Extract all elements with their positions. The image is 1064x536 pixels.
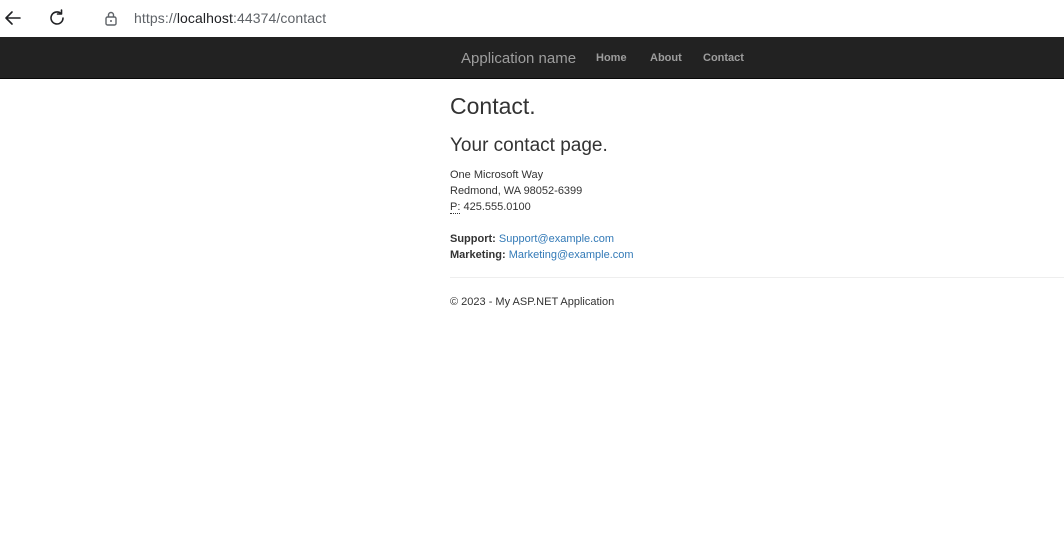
address-bar[interactable]: https://localhost:44374/contact bbox=[86, 3, 1064, 33]
page-title: Contact. bbox=[450, 93, 536, 119]
nav-link-home[interactable]: Home bbox=[596, 52, 627, 64]
footer-divider bbox=[450, 277, 1064, 278]
site-navbar: Application name Home About Contact bbox=[0, 37, 1064, 79]
browser-toolbar: https://localhost:44374/contact bbox=[0, 0, 1064, 37]
phone-abbr: P: bbox=[450, 201, 461, 214]
nav-link-about[interactable]: About bbox=[650, 52, 682, 64]
address-line2: Redmond, WA 98052-6399 bbox=[450, 185, 583, 197]
address-block: One Microsoft Way Redmond, WA 98052-6399… bbox=[450, 167, 582, 215]
url-path: :44374/contact bbox=[232, 10, 327, 26]
footer-text: © 2023 - My ASP.NET Application bbox=[450, 296, 615, 308]
address-line1: One Microsoft Way bbox=[450, 169, 544, 181]
phone-line: P: 425.555.0100 bbox=[450, 199, 582, 215]
marketing-email-link[interactable]: Marketing@example.com bbox=[509, 249, 634, 261]
page-subtitle: Your contact page. bbox=[450, 135, 608, 156]
marketing-label: Marketing: bbox=[450, 249, 506, 261]
url-host: localhost bbox=[176, 10, 233, 26]
marketing-line: Marketing: Marketing@example.com bbox=[450, 247, 634, 263]
support-line: Support: Support@example.com bbox=[450, 231, 634, 247]
reload-icon bbox=[50, 9, 64, 25]
arrow-left-icon bbox=[5, 11, 21, 25]
email-block: Support: Support@example.com Marketing: … bbox=[450, 231, 634, 263]
back-button[interactable] bbox=[0, 5, 26, 31]
support-email-link[interactable]: Support@example.com bbox=[499, 233, 614, 245]
phone-number: 425.555.0100 bbox=[463, 201, 531, 213]
brand-link[interactable]: Application name bbox=[461, 50, 576, 67]
url-scheme: https:// bbox=[134, 10, 177, 26]
url-text[interactable]: https://localhost:44374/contact bbox=[134, 10, 326, 26]
lock-icon[interactable] bbox=[104, 10, 118, 26]
nav-link-contact[interactable]: Contact bbox=[703, 52, 744, 64]
reload-button[interactable] bbox=[44, 5, 70, 31]
support-label: Support: bbox=[450, 233, 496, 245]
